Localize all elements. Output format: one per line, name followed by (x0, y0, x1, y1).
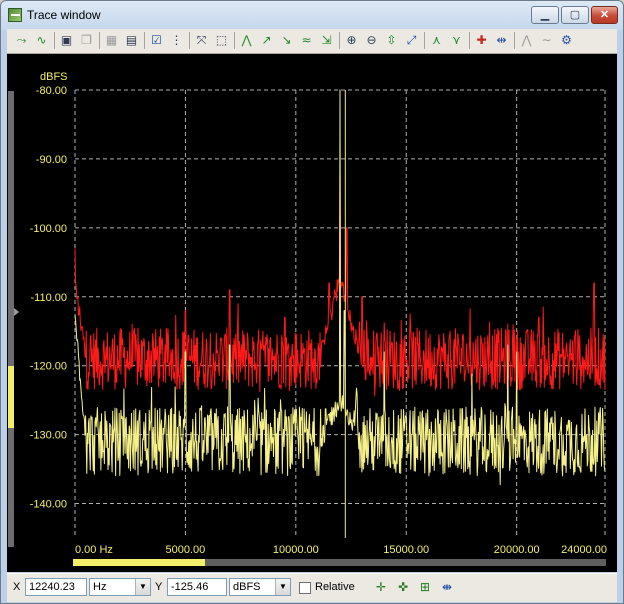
trace-window: Trace window ▁ ▢ ✕ ⤳ ∿ ▣ ❐ ▦ ▤ ☑ ⋮ ⤧ ⬚ ⋀ ↗ ↘ ≈ ⇲ ⊕ ⊖ ⇳ ⤢ ⋏ ⋎… (0, 0, 624, 604)
x-tick-label: 24000.00 (561, 544, 607, 556)
y-tick-label: -90.00 (36, 154, 67, 166)
relative-checkbox[interactable] (299, 582, 311, 594)
y-tick-label: -140.00 (30, 499, 67, 511)
spectrum-chart[interactable]: -80.00 -90.00 -100.00 -110.00 -120.00 -130.00… (1, 1, 624, 604)
y-axis-label: dBFS (40, 71, 68, 83)
y-tick-label: -110.00 (31, 292, 68, 304)
y-label: Y (155, 581, 163, 593)
add-marker-icon[interactable]: ✛ (372, 578, 390, 596)
marker-grid-icon[interactable]: ⊞ (416, 578, 434, 596)
x-label: X (13, 581, 21, 593)
x-tick-label: 0.00 Hz (75, 544, 113, 556)
x-value-field[interactable]: 12240.23 (25, 578, 87, 596)
y-scrollbar[interactable] (8, 91, 14, 547)
y-value-field[interactable]: -125.46 (167, 578, 227, 596)
x-unit-select[interactable]: Hz ▼ (89, 578, 151, 596)
x-tick-label: 5000.00 (166, 544, 206, 556)
add-marker-alt-icon[interactable]: ✜ (394, 578, 412, 596)
y-unit-select[interactable]: dBFS ▼ (229, 578, 291, 596)
x-tick-label: 15000.00 (383, 544, 429, 556)
y-tick-label: -100.00 (30, 223, 67, 235)
chevron-down-icon[interactable]: ▼ (275, 579, 290, 595)
y-tick-label: -120.00 (30, 361, 67, 373)
y-unit-value: dBFS (233, 581, 261, 593)
x-tick-label: 10000.00 (273, 544, 319, 556)
marker-move-icon[interactable]: ⇼ (438, 578, 456, 596)
x-tick-label: 20000.00 (494, 544, 540, 556)
x-unit-value: Hz (93, 581, 107, 593)
y-marker-icon[interactable] (14, 308, 19, 316)
y-tick-label: -80.00 (36, 85, 67, 97)
relative-label: Relative (315, 581, 355, 593)
y-scrollbar-thumb[interactable] (8, 366, 14, 428)
x-scrollbar-thumb[interactable] (73, 559, 205, 566)
spectrum-trace (74, 89, 606, 486)
chevron-down-icon[interactable]: ▼ (135, 579, 150, 595)
status-bar: X 12240.23 Hz ▼ Y -125.46 dBFS ▼ Relativ… (7, 573, 617, 602)
y-tick-label: -130.00 (30, 430, 67, 442)
